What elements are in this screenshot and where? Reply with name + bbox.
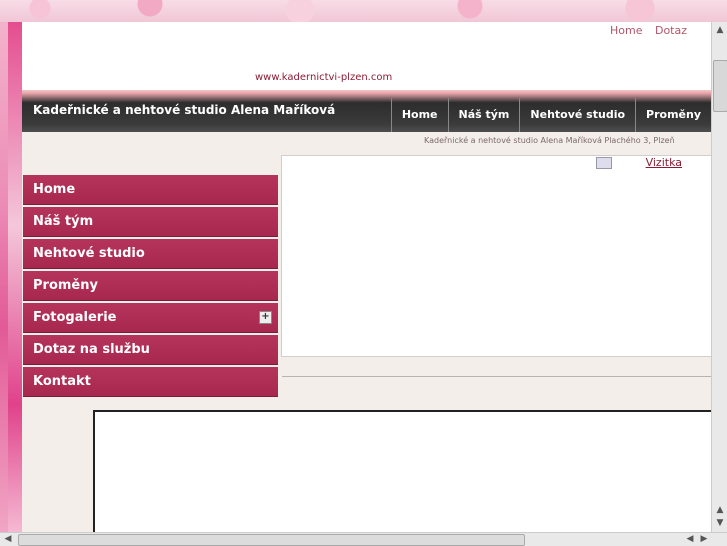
toplink-dotaz[interactable]: Dotaz bbox=[655, 24, 687, 37]
banner-title: Kadeřnické a nehtové studio Alena Maříko… bbox=[33, 103, 336, 117]
sidebar-item-nas-tym[interactable]: Náš tým bbox=[23, 207, 278, 237]
flower-background-left bbox=[0, 22, 22, 532]
horizontal-scrollbar[interactable]: ◀ ◀ ▶ bbox=[0, 532, 727, 546]
scroll-down-icon[interactable]: ▲ bbox=[714, 504, 726, 516]
topnav-promeny[interactable]: Proměny bbox=[635, 98, 711, 132]
sidebar-item-kontakt[interactable]: Kontakt bbox=[23, 367, 278, 397]
scroll-up-icon[interactable]: ▲ bbox=[714, 24, 726, 36]
toplink-home[interactable]: Home bbox=[610, 24, 642, 37]
site-url: www.kadernictvi-plzen.com bbox=[255, 72, 393, 83]
vertical-scroll-thumb[interactable] bbox=[713, 60, 727, 112]
sidebar-item-dotaz[interactable]: Dotaz na službu bbox=[23, 335, 278, 365]
topnav-nehtove-studio[interactable]: Nehtové studio bbox=[519, 98, 635, 132]
top-navigation: Home Náš tým Nehtové studio Proměny bbox=[390, 98, 711, 132]
topnav-home[interactable]: Home bbox=[390, 98, 448, 132]
scroll-left-icon-2[interactable]: ◀ bbox=[684, 533, 696, 545]
sidebar-item-fotogalerie[interactable]: Fotogalerie + bbox=[23, 303, 278, 333]
scroll-right-icon[interactable]: ▶ bbox=[698, 533, 710, 545]
banner-bar: Kadeřnické a nehtové studio Alena Maříko… bbox=[22, 90, 711, 132]
sidebar-item-promeny[interactable]: Proměny bbox=[23, 271, 278, 301]
lower-content-frame bbox=[93, 410, 713, 534]
scroll-left-icon[interactable]: ◀ bbox=[2, 533, 14, 545]
vizitka-link[interactable]: Vizitka bbox=[646, 156, 682, 169]
plus-icon[interactable]: + bbox=[259, 311, 272, 324]
top-links: Home Dotaz bbox=[601, 24, 687, 37]
flower-background-top bbox=[0, 0, 727, 22]
topnav-nas-tym[interactable]: Náš tým bbox=[447, 98, 520, 132]
sidebar-item-label: Fotogalerie bbox=[33, 310, 117, 325]
horizontal-scroll-thumb[interactable] bbox=[18, 534, 525, 546]
address-line: Kadeřnické a nehtové studio Alena Maříko… bbox=[424, 136, 675, 145]
scroll-down-icon-2[interactable]: ▼ bbox=[714, 517, 726, 529]
sidebar-menu: Home Náš tým Nehtové studio Proměny Foto… bbox=[23, 175, 278, 399]
card-icon bbox=[596, 157, 612, 169]
sidebar-item-nehtove-studio[interactable]: Nehtové studio bbox=[23, 239, 278, 269]
divider bbox=[282, 376, 711, 377]
sidebar-item-home[interactable]: Home bbox=[23, 175, 278, 205]
vertical-scrollbar[interactable]: ▲ ▲ ▼ bbox=[711, 22, 727, 532]
pink-stripe bbox=[8, 22, 22, 532]
content-box: Vizitka bbox=[281, 155, 713, 357]
page-header: Home Dotaz www.kadernictvi-plzen.com bbox=[22, 22, 711, 90]
